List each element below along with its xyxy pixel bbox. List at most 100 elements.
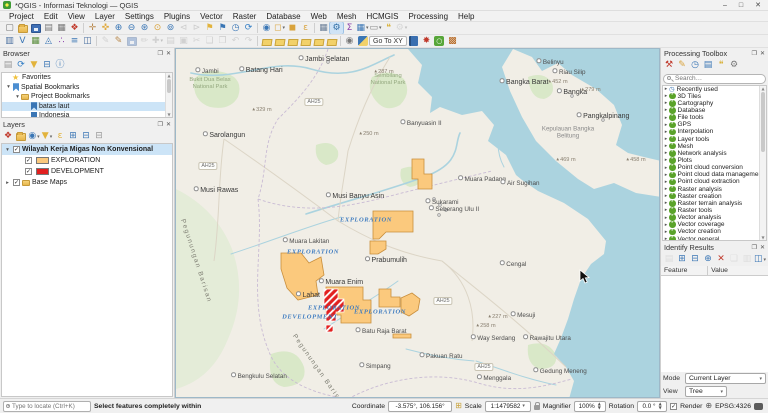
close-button[interactable]: ✕ <box>755 1 761 10</box>
identify-close-button[interactable] <box>760 244 765 252</box>
magnifier-spinbox[interactable]: 100%▲▼ <box>574 401 606 412</box>
zoom-full-button[interactable]: ⊛ <box>138 22 151 34</box>
save-layer-edits-button[interactable] <box>125 35 138 47</box>
processing-in-place-edit-button[interactable]: ✎ <box>676 60 688 72</box>
browser-add-selected-layers-button[interactable]: ▤ <box>2 60 14 72</box>
nominatim-search-button[interactable]: ⚙▾ <box>395 22 408 34</box>
processing-group-point-cloud-extraction[interactable]: ▸*Point cloud extraction <box>663 178 759 185</box>
extent-icon[interactable]: ⊞ <box>455 401 462 411</box>
street-view-button[interactable]: ◉ <box>343 35 356 47</box>
measure-line-button[interactable]: ▭▾ <box>369 22 382 34</box>
processing-results-viewer-button[interactable]: ▤ <box>702 60 714 72</box>
processing-options-button[interactable]: ⚙ <box>728 60 740 72</box>
messages-icon[interactable] <box>754 403 763 410</box>
menu-project[interactable]: Project <box>4 12 39 21</box>
browser-scrollbar[interactable]: ▲▼ <box>165 73 172 117</box>
processing-group-plots[interactable]: ▸*Plots <box>663 157 759 164</box>
identify-print-button[interactable]: ▥ <box>741 254 753 266</box>
crs-button[interactable]: EPSG:4326 <box>715 403 751 410</box>
identify-copy-feature-button[interactable]: ❏ <box>728 254 740 266</box>
modify-attributes-button[interactable]: ▤ <box>164 35 177 47</box>
add-feature-button[interactable]: ✏ <box>138 35 151 47</box>
browser-float-button[interactable] <box>158 50 163 58</box>
identify-features-button[interactable]: ◉ <box>260 22 273 34</box>
copy-features-button[interactable]: ❏ <box>203 35 216 47</box>
identify-float-button[interactable] <box>752 244 757 252</box>
cut-features-button[interactable]: ✂ <box>190 35 203 47</box>
python-console-button[interactable] <box>356 35 369 47</box>
identify-collapse-tree-button[interactable]: ⊟ <box>689 254 701 266</box>
help-contents-button[interactable] <box>407 35 420 47</box>
menu-settings[interactable]: Settings <box>120 12 159 21</box>
deselect-features-button[interactable]: ◼ <box>286 22 299 34</box>
statistics-summary-button[interactable]: Σ <box>343 22 356 34</box>
data-source-manager-button[interactable]: ▥ <box>3 35 16 47</box>
identify-settings-button[interactable]: ◫▾ <box>754 254 766 266</box>
menu-database[interactable]: Database <box>261 12 305 21</box>
filter-by-expression-button[interactable]: ε <box>54 131 66 143</box>
open-attribute-table-button[interactable]: ▦ <box>317 22 330 34</box>
browser-filter-button[interactable]: ▼ <box>28 60 40 72</box>
browser-close-button[interactable] <box>166 50 171 58</box>
browser-item-spatial-bookmarks[interactable]: ▾Spatial Bookmarks <box>2 83 165 93</box>
minimize-button[interactable]: – <box>723 1 727 10</box>
new-spatial-bookmark-button[interactable]: ⚑ <box>203 22 216 34</box>
processing-group-recently-used[interactable]: ▸◷Recently used <box>663 86 759 93</box>
processing-group-vector-general[interactable]: ▸*Vector general <box>663 235 759 241</box>
identify-expand-tree-button[interactable]: ⊞ <box>676 254 688 266</box>
expand-all-layers-button[interactable]: ⊞ <box>67 131 79 143</box>
locate-input[interactable] <box>12 403 88 410</box>
add-group-button[interactable] <box>15 131 27 143</box>
rotation-spinbox[interactable]: 0.0 °▲▼ <box>637 401 667 412</box>
identify-expand-new-button[interactable]: ⊕ <box>702 254 714 266</box>
processing-group-vector-creation[interactable]: ▸*Vector creation <box>663 228 759 235</box>
processing-group-point-cloud-conversion[interactable]: ▸*Point cloud conversion <box>663 164 759 171</box>
add-vector-layer-button[interactable]: V <box>16 35 29 47</box>
processing-group-vector-analysis[interactable]: ▸*Vector analysis <box>663 214 759 221</box>
identify-clear-results-button[interactable]: ✕ <box>715 254 727 266</box>
processing-group-gps[interactable]: ▸*GPS <box>663 121 759 128</box>
zoom-out-button[interactable]: ⊖ <box>125 22 138 34</box>
pan-to-selection-button[interactable]: ✜ <box>99 22 112 34</box>
undo-button[interactable]: ↶ <box>229 35 242 47</box>
move-label-button[interactable] <box>312 35 325 47</box>
layer-item-development[interactable]: ✓DEVELOPMENT <box>2 166 172 177</box>
locate-box[interactable] <box>3 401 91 412</box>
processing-group-vector-coverage[interactable]: ▸*Vector coverage <box>663 221 759 228</box>
map-canvas[interactable]: JambiBatang HariJambi SelatanSarolangunM… <box>175 48 660 398</box>
field-calculator-button[interactable]: ▦▾ <box>356 22 369 34</box>
layer-checkbox[interactable]: ✓ <box>25 157 32 164</box>
processing-group-raster-tools[interactable]: ▸*Raster tools <box>663 207 759 214</box>
processing-group-cartography[interactable]: ▸*Cartography <box>663 100 759 107</box>
processing-history-button[interactable]: ◷ <box>689 60 701 72</box>
temporal-controller-button[interactable]: ◷ <box>229 22 242 34</box>
layers-float-button[interactable] <box>158 121 163 129</box>
new-print-layout-button[interactable]: ▤ <box>42 22 55 34</box>
menu-help[interactable]: Help <box>453 12 479 21</box>
zoom-to-layer-button[interactable]: ⊚ <box>164 22 177 34</box>
processing-group-database[interactable]: ▸*Database <box>663 107 759 114</box>
add-point-cloud-layer-button[interactable]: ∴ <box>55 35 68 47</box>
remove-layer-button[interactable]: ⊟ <box>93 131 105 143</box>
redo-button[interactable]: ↷ <box>242 35 255 47</box>
processing-models-button[interactable]: ⚒ <box>663 60 675 72</box>
processing-group-raster-terrain-analysis[interactable]: ▸*Raster terrain analysis <box>663 200 759 207</box>
menu-edit[interactable]: Edit <box>39 12 63 21</box>
feature-column-header[interactable]: Feature <box>661 266 708 275</box>
spinner-arrows-icon[interactable]: ▲▼ <box>598 402 601 410</box>
identify-mode-form-button[interactable]: ▤ <box>663 254 675 266</box>
layer-checkbox[interactable]: ✓ <box>13 146 20 153</box>
osm-search-button[interactable] <box>433 35 446 47</box>
select-by-expression-button[interactable]: ε <box>299 22 312 34</box>
processing-group-mesh[interactable]: ▸*Mesh <box>663 143 759 150</box>
filter-legend-button[interactable]: ▼▾ <box>41 131 53 143</box>
style-manager-button[interactable]: ❖ <box>68 22 81 34</box>
processing-group-point-cloud-data-management[interactable]: ▸*Point cloud data management <box>663 171 759 178</box>
zoom-next-button[interactable]: ⊳ <box>190 22 203 34</box>
osm-place-search-button[interactable]: ✸ <box>420 35 433 47</box>
mode-select[interactable]: Current Layer ▾ <box>685 373 766 384</box>
zoom-last-button[interactable]: ⊲ <box>177 22 190 34</box>
menu-hcmgis[interactable]: HCMGIS <box>361 12 403 21</box>
processing-float-button[interactable] <box>752 50 757 58</box>
menu-mesh[interactable]: Mesh <box>332 12 362 21</box>
